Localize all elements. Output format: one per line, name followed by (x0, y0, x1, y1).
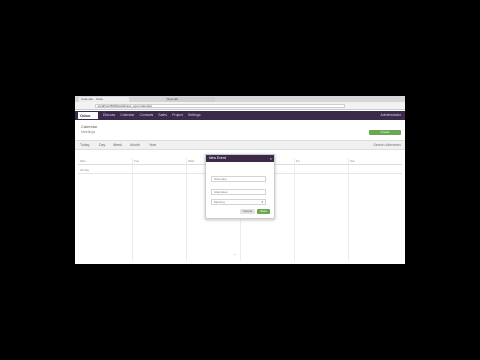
day-header: Sat (350, 159, 355, 163)
day-header: Mon (80, 159, 86, 163)
week-view-button[interactable]: Week (113, 143, 122, 148)
day-divider (132, 158, 133, 261)
view-toolbar: Today Day Week Month Year Search Attende… (75, 140, 405, 150)
chevron-down-icon: ▾ (261, 200, 263, 204)
cancel-button[interactable]: Cancel (239, 209, 256, 214)
user-menu[interactable]: Administrator (380, 111, 401, 120)
day-divider (348, 158, 349, 261)
nav-link[interactable]: Contacts (139, 111, 153, 120)
popup-header: New Event × (206, 155, 274, 162)
page-title: Calendar (81, 124, 98, 129)
popup-actions: Cancel Save (238, 209, 270, 214)
day-header: Wed (188, 159, 195, 163)
nav-link[interactable]: Project (172, 111, 183, 120)
nav-links: Discuss Calendar Contacts Sales Project … (103, 111, 206, 120)
browser-menu[interactable] (381, 104, 402, 117)
today-button[interactable]: Today (80, 143, 89, 148)
nav-link[interactable]: Settings (188, 111, 201, 120)
save-button[interactable]: Save (257, 209, 270, 214)
year-view-button[interactable]: Year (149, 143, 156, 148)
day-header: Tue (134, 159, 140, 163)
search-attendees[interactable]: Search Attendees (373, 143, 401, 148)
breadcrumb[interactable]: Meetings (81, 130, 95, 134)
address-bar: localhost:8069/web#view_type=calendar (75, 102, 405, 117)
create-button[interactable]: Create (369, 130, 401, 135)
day-divider (294, 158, 295, 261)
event-type-value: Meeting (214, 200, 225, 204)
event-type-select[interactable]: Meeting ▾ (211, 199, 266, 205)
popup-title: New Event (209, 156, 226, 160)
close-icon[interactable]: × (270, 155, 272, 162)
quick-create-popup: New Event × Summary Attendees Meeting ▾ … (205, 154, 275, 219)
attendees-input[interactable]: Attendees (211, 189, 266, 195)
day-header: Fri (296, 159, 300, 163)
nav-link[interactable]: Discuss (103, 111, 115, 120)
url-field[interactable]: localhost:8069/web#view_type=calendar (95, 104, 345, 108)
browser-window: Calendar - Odoo New tab localhost:8069/w… (75, 96, 405, 264)
app-navbar: Odoo Discuss Calendar Contacts Sales Pro… (75, 111, 405, 120)
scroll-indicator-icon: ⌄ (233, 251, 237, 256)
app-logo[interactable]: Odoo (78, 112, 98, 119)
month-view-button[interactable]: Month (130, 143, 140, 148)
day-divider (186, 158, 187, 261)
day-view-button[interactable]: Day (99, 143, 105, 148)
all-day-label: All day (80, 168, 90, 172)
summary-input[interactable]: Summary (211, 176, 266, 182)
page-header: Calendar Meetings Create (75, 120, 405, 140)
nav-link[interactable]: Sales (158, 111, 167, 120)
nav-link[interactable]: Calendar (120, 111, 134, 120)
